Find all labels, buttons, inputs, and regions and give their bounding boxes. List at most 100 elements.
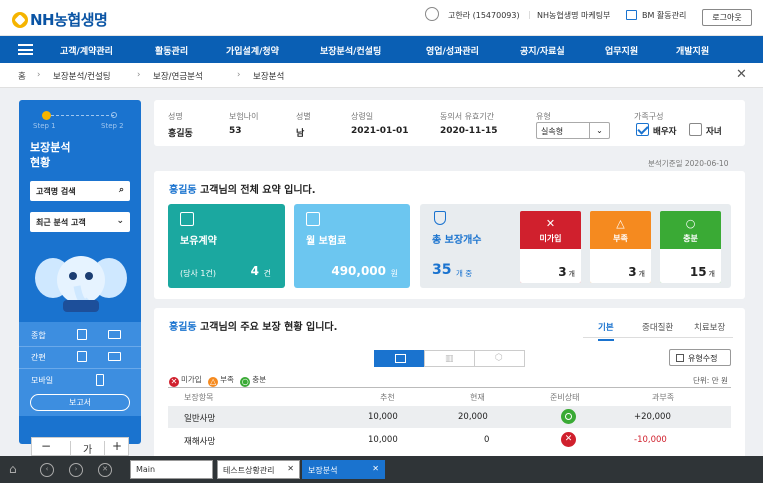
task-tab-active[interactable]: 보장분석 ✕ (302, 460, 385, 479)
cell-item: 일반사망 (184, 414, 216, 424)
tab-basic[interactable]: 기본 (598, 321, 614, 341)
nav-item-analysis[interactable]: 보장분석/컨설팅 (320, 44, 381, 57)
chevron-right-icon: › (37, 70, 41, 80)
view-table-button[interactable] (374, 350, 425, 367)
step1-check-icon (42, 111, 51, 120)
sidebar: Step 1 Step 2 보장분석 현황 고객명 검색 ⌕ 최근 분석 고객 ⌄ 종… (19, 100, 141, 456)
coverage-label: 총 보장개수 (432, 235, 482, 246)
view-radar-button[interactable]: ⬡ (474, 350, 525, 367)
status-missing[interactable]: ✕ 미가입 3개 (520, 211, 581, 283)
close-icon: ✕ (545, 217, 556, 230)
task-tab[interactable]: 테스트상황관리 ✕ (217, 460, 300, 479)
status-value: 3 (558, 265, 567, 279)
status-value: 15 (689, 265, 707, 279)
home-icon[interactable]: ⌂ (9, 462, 17, 476)
column-header: 보장항목 (184, 393, 214, 402)
edit-type-button[interactable]: 유형수정 (669, 349, 731, 366)
close-icon[interactable]: ✕ (736, 67, 747, 82)
forward-icon[interactable]: › (69, 463, 83, 477)
document-icon[interactable] (77, 329, 87, 340)
back-icon[interactable]: ‹ (40, 463, 54, 477)
wallet-icon (306, 212, 320, 226)
column-header: 과부족 (652, 393, 675, 402)
status-label: 부족 (613, 234, 628, 243)
breadcrumb-home[interactable]: 홈 (18, 70, 26, 82)
contracts-tile[interactable]: 보유계약 (당사 1건) 4 건 (168, 204, 285, 288)
view-bar-button[interactable]: ▥ (424, 350, 475, 367)
column-header: 현재 (470, 393, 485, 402)
tab-critical[interactable]: 중대질환 (642, 321, 673, 333)
breadcrumb-item[interactable]: 보장/연금분석 (153, 70, 203, 82)
status-sufficient[interactable]: ○ 충분 15 개 (660, 211, 721, 283)
report-button[interactable]: 보고서 (30, 394, 130, 411)
nav-item-design[interactable]: 가입설계/청약 (226, 44, 279, 57)
column-header: 추천 (380, 393, 395, 402)
logo[interactable]: NH농협생명 (12, 9, 108, 30)
nav-item-dev[interactable]: 개발지원 (676, 44, 709, 57)
nav-item-sales[interactable]: 영업/성과관리 (426, 44, 479, 57)
link-mobile-label: 모바일 (31, 376, 54, 385)
link-total-label: 종합 (31, 331, 46, 340)
step-line (46, 115, 114, 116)
table-row[interactable]: 일반사망 10,000 20,000 +20,000 (168, 406, 731, 428)
document-icon[interactable] (77, 351, 87, 362)
column-header: 준비상태 (550, 393, 580, 402)
value-age: 53 (229, 126, 242, 136)
link-simple-label: 간편 (31, 353, 46, 362)
close-icon[interactable]: ✕ (372, 464, 379, 473)
shield-icon (434, 211, 446, 225)
breadcrumb: 홈 › 보장분석/컨설팅 › 보장/연금분석 › 보장분석 ✕ (0, 63, 763, 88)
folder-icon[interactable] (108, 330, 121, 339)
breadcrumb-item[interactable]: 보장분석/컨설팅 (53, 70, 111, 82)
type-select[interactable]: 실속형 ⌄ (536, 122, 610, 139)
radar-icon: ⬡ (495, 353, 503, 363)
nav-item-support[interactable]: 업무지원 (605, 44, 638, 57)
zoom-minus-button[interactable]: − (41, 439, 51, 453)
folder-icon[interactable] (108, 352, 121, 361)
bar-chart-icon: ▥ (445, 354, 454, 364)
label-name: 성명 (168, 112, 183, 121)
premium-value: 490,000 (331, 264, 386, 278)
legend-label: 부족 (220, 375, 234, 384)
label-age-date: 상령일 (351, 112, 374, 121)
table-row[interactable]: 재해사망 10,000 0 ✕ -10,000 (168, 429, 731, 451)
recent-customer-select[interactable]: 최근 분석 고객 ⌄ (30, 212, 130, 232)
cell-difference: -10,000 (634, 435, 667, 445)
step2-dot-icon (111, 112, 117, 118)
nav-item-customer[interactable]: 고객/계약관리 (60, 44, 113, 57)
task-tab[interactable]: Main (130, 460, 213, 479)
mobile-icon[interactable] (96, 374, 104, 386)
contracts-value: 4 (250, 264, 259, 278)
status-lacking[interactable]: △ 부족 3개 (590, 211, 651, 283)
zoom-plus-button[interactable]: + (112, 439, 122, 453)
bm-activity-link[interactable]: BM 활동관리 (642, 10, 686, 21)
spouse-checkbox[interactable] (636, 123, 649, 136)
font-zoom-control: − 가 + (31, 437, 129, 456)
value-consent: 2020-11-15 (440, 126, 498, 136)
child-label: 자녀 (706, 127, 722, 137)
status-unit: 개 (638, 270, 645, 278)
legend-label: 충분 (252, 375, 267, 384)
step2-label: Step 2 (101, 122, 124, 130)
label-type: 유형 (536, 112, 551, 121)
premium-tile[interactable]: 월 보험료 490,000 원 (294, 204, 410, 288)
close-icon[interactable]: ✕ (287, 464, 294, 473)
close-all-icon[interactable]: ✕ (98, 463, 112, 477)
divider (583, 337, 733, 338)
status-unit: 개 (708, 270, 715, 278)
nav-item-notice[interactable]: 공지/자료실 (520, 44, 565, 57)
spouse-label: 배우자 (653, 127, 677, 137)
child-checkbox[interactable] (689, 123, 702, 136)
logout-button[interactable]: 로그아웃 (702, 9, 752, 26)
customer-search-input[interactable]: 고객명 검색 ⌕ (30, 181, 130, 201)
status-label: 미가입 (539, 234, 562, 243)
menu-icon[interactable] (18, 44, 33, 55)
user-icon (425, 7, 439, 21)
contracts-label: 보유계약 (180, 236, 217, 247)
status-value: 3 (628, 265, 637, 279)
divider (19, 368, 141, 369)
nav-item-activity[interactable]: 활동관리 (155, 44, 188, 57)
tab-treatment[interactable]: 치료보장 (694, 321, 725, 333)
cell-recommended: 10,000 (368, 412, 398, 422)
search-icon[interactable]: ⌕ (119, 185, 124, 195)
